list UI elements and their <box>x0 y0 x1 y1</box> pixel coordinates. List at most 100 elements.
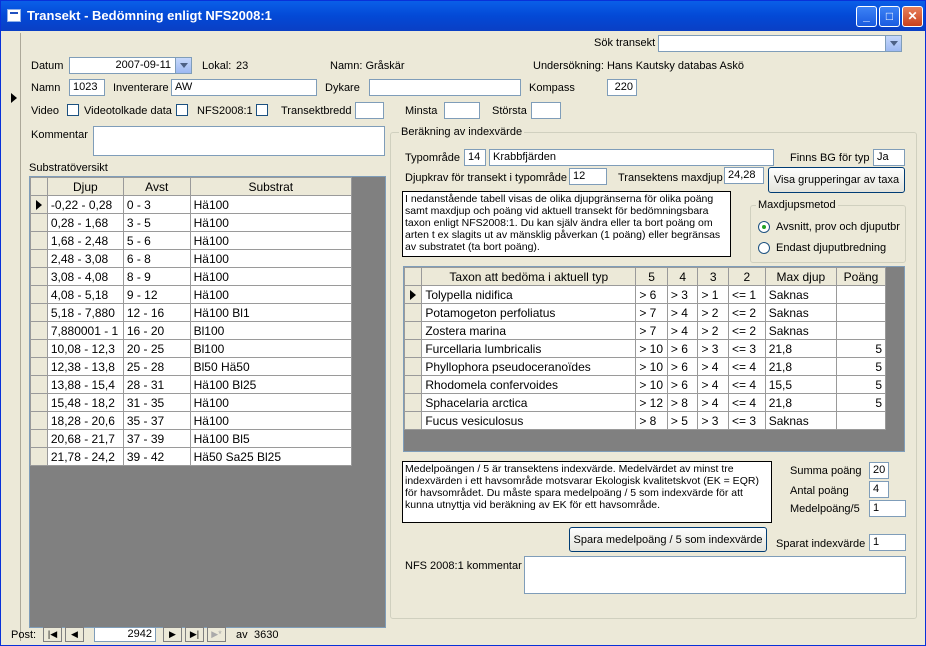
cell-substrat[interactable]: Bl50 Hä50 <box>189 357 353 376</box>
substrat-row[interactable]: 7,880001 - 1 16 - 20 Bl100 <box>30 321 353 340</box>
cell-avst[interactable]: 9 - 12 <box>122 285 191 304</box>
cell-4[interactable]: > 6 <box>666 357 699 376</box>
inventerare-field[interactable]: AW <box>171 79 317 96</box>
row-selector[interactable] <box>403 339 423 358</box>
datum-field[interactable]: 2007-09-11 <box>69 57 192 74</box>
close-button[interactable]: ✕ <box>902 6 923 27</box>
kompass-field[interactable]: 220 <box>607 79 637 96</box>
substrat-row[interactable]: 4,08 - 5,18 9 - 12 Hä100 <box>30 285 353 304</box>
cell-djup[interactable]: 18,28 - 20,6 <box>46 411 124 430</box>
typomrade-num-field[interactable]: 14 <box>464 149 486 166</box>
taxa-row[interactable]: Rhodomela confervoides > 10 > 6 > 4 <= 4 15,5… <box>403 375 886 394</box>
row-selector[interactable] <box>30 357 48 376</box>
cell-2[interactable]: <= 4 <box>728 357 766 376</box>
taxa-row[interactable]: Tolypella nidifica > 6 > 3 > 1 <= 1 Saknas <box>403 285 886 304</box>
cell-poang[interactable] <box>836 285 886 304</box>
medelpoang-field[interactable]: 1 <box>869 500 906 517</box>
substrat-row[interactable]: 12,38 - 13,8 25 - 28 Bl50 Hä50 <box>30 357 353 376</box>
row-selector[interactable] <box>30 447 48 466</box>
substrat-row[interactable]: 5,18 - 7,880 12 - 16 Hä100 Bl1 <box>30 303 353 322</box>
row-selector[interactable] <box>30 195 48 214</box>
column-header-substrat[interactable]: Substrat <box>189 177 353 196</box>
cell-avst[interactable]: 8 - 9 <box>122 267 191 286</box>
cell-djup[interactable]: 12,38 - 13,8 <box>46 357 124 376</box>
cell-djup[interactable]: 5,18 - 7,880 <box>46 303 124 322</box>
cell-substrat[interactable]: Hä100 Bl5 <box>189 429 353 448</box>
cell-3[interactable]: > 3 <box>697 339 730 358</box>
taxa-row[interactable]: Phyllophora pseudoceranoïdes > 10 > 6 > 4 <=… <box>403 357 886 376</box>
taxa-row[interactable]: Furcellaria lumbricalis > 10 > 6 > 3 <= 3 21,… <box>403 339 886 358</box>
substrat-grid[interactable]: Djup Avst Substrat -0,22 - 0,28 0 - 3 Hä10… <box>29 176 386 628</box>
cell-djup[interactable]: 2,48 - 3,08 <box>46 249 124 268</box>
nfs-checkbox[interactable] <box>256 104 268 116</box>
cell-poang[interactable] <box>836 411 886 430</box>
cell-substrat[interactable]: Hä100 <box>189 249 353 268</box>
cell-taxon[interactable]: Potamogeton perfoliatus <box>421 303 637 322</box>
cell-4[interactable]: > 5 <box>666 411 699 430</box>
cell-5[interactable]: > 7 <box>635 321 668 340</box>
row-selector[interactable] <box>403 357 423 376</box>
cell-djup[interactable]: 1,68 - 2,48 <box>46 231 124 250</box>
cell-avst[interactable]: 12 - 16 <box>122 303 191 322</box>
cell-avst[interactable]: 20 - 25 <box>122 339 191 358</box>
cell-djup[interactable]: 3,08 - 4,08 <box>46 267 124 286</box>
cell-4[interactable]: > 6 <box>666 339 699 358</box>
taxa-row[interactable]: Zostera marina > 7 > 4 > 2 <= 2 Saknas <box>403 321 886 340</box>
cell-2[interactable]: <= 3 <box>728 411 766 430</box>
antal-field[interactable]: 4 <box>869 481 889 498</box>
cell-poang[interactable]: 5 <box>836 393 886 412</box>
cell-substrat[interactable]: Hä50 Sa25 Bl25 <box>189 447 353 466</box>
taxa-row[interactable]: Sphacelaria arctica > 12 > 8 > 4 <= 4 21,8 5 <box>403 393 886 412</box>
cell-substrat[interactable]: Hä100 <box>189 267 353 286</box>
record-selector[interactable] <box>7 33 21 641</box>
djupkrav-field[interactable]: 12 <box>569 168 607 185</box>
cell-substrat[interactable]: Hä100 Bl25 <box>189 375 353 394</box>
row-selector[interactable] <box>403 303 423 322</box>
cell-maxdjup[interactable]: Saknas <box>764 285 838 304</box>
column-header-4[interactable]: 4 <box>666 267 699 286</box>
cell-4[interactable]: > 8 <box>666 393 699 412</box>
cell-substrat[interactable]: Hä100 Bl1 <box>189 303 353 322</box>
substrat-row[interactable]: 3,08 - 4,08 8 - 9 Hä100 <box>30 267 353 286</box>
cell-taxon[interactable]: Phyllophora pseudoceranoïdes <box>421 357 637 376</box>
cell-avst[interactable]: 3 - 5 <box>122 213 191 232</box>
summa-field[interactable]: 20 <box>869 462 889 479</box>
cell-avst[interactable]: 35 - 37 <box>122 411 191 430</box>
row-selector[interactable] <box>30 393 48 412</box>
cell-4[interactable]: > 6 <box>666 375 699 394</box>
row-selector[interactable] <box>30 339 48 358</box>
row-selector[interactable] <box>30 429 48 448</box>
storsta-field[interactable] <box>531 102 561 119</box>
cell-djup[interactable]: 4,08 - 5,18 <box>46 285 124 304</box>
cell-maxdjup[interactable]: 21,8 <box>764 393 838 412</box>
cell-2[interactable]: <= 4 <box>728 393 766 412</box>
substrat-row[interactable]: 15,48 - 18,2 31 - 35 Hä100 <box>30 393 353 412</box>
radio-avsnitt[interactable] <box>758 221 770 233</box>
column-header-taxon[interactable]: Taxon att bedöma i aktuell typ <box>421 267 637 286</box>
cell-maxdjup[interactable]: Saknas <box>764 321 838 340</box>
cell-substrat[interactable]: Hä100 <box>189 213 353 232</box>
video-checkbox[interactable] <box>67 104 79 116</box>
cell-substrat[interactable]: Hä100 <box>189 195 353 214</box>
row-selector[interactable] <box>30 321 48 340</box>
cell-maxdjup[interactable]: 21,8 <box>764 357 838 376</box>
cell-4[interactable]: > 4 <box>666 303 699 322</box>
cell-5[interactable]: > 8 <box>635 411 668 430</box>
substrat-row[interactable]: 10,08 - 12,3 20 - 25 Bl100 <box>30 339 353 358</box>
row-selector[interactable] <box>403 285 423 304</box>
cell-avst[interactable]: 16 - 20 <box>122 321 191 340</box>
cell-substrat[interactable]: Hä100 <box>189 231 353 250</box>
substrat-row[interactable]: 0,28 - 1,68 3 - 5 Hä100 <box>30 213 353 232</box>
cell-5[interactable]: > 7 <box>635 303 668 322</box>
cell-2[interactable]: <= 2 <box>728 303 766 322</box>
cell-3[interactable]: > 4 <box>697 375 730 394</box>
cell-taxon[interactable]: Sphacelaria arctica <box>421 393 637 412</box>
cell-substrat[interactable]: Hä100 <box>189 411 353 430</box>
substrat-row[interactable]: 1,68 - 2,48 5 - 6 Hä100 <box>30 231 353 250</box>
cell-5[interactable]: > 6 <box>635 285 668 304</box>
namn-field[interactable]: 1023 <box>69 79 105 96</box>
sparat-field[interactable]: 1 <box>869 534 906 551</box>
cell-poang[interactable]: 5 <box>836 375 886 394</box>
next-record-icon[interactable]: ▶ <box>163 627 182 642</box>
column-header-2[interactable]: 2 <box>728 267 766 286</box>
